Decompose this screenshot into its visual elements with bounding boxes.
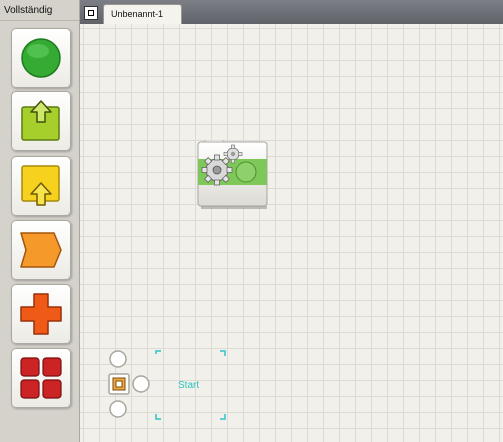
- start-label: Start: [178, 380, 200, 391]
- program-icon[interactable]: [84, 6, 98, 20]
- red-grid-icon: [20, 357, 62, 399]
- orange-cross-icon: [20, 293, 62, 335]
- divider: [0, 20, 79, 21]
- green-arrow-up-icon: [21, 100, 60, 141]
- start-connector-icon: [108, 350, 226, 420]
- palette-item-advanced[interactable]: [11, 348, 71, 408]
- palette-item-flow[interactable]: [11, 156, 71, 216]
- gear-block-icon: [197, 139, 268, 209]
- palette-item-sensor[interactable]: [11, 91, 71, 151]
- orange-chevron-icon: [20, 232, 62, 268]
- tab-unbenannt-1[interactable]: Unbenannt-1: [103, 4, 182, 24]
- tab-label: Unbenannt-1: [111, 9, 164, 19]
- green-circle-icon: [21, 38, 61, 78]
- palette-item-action[interactable]: [11, 28, 71, 88]
- palette-item-data[interactable]: [11, 220, 71, 280]
- palette-item-math[interactable]: [11, 284, 71, 344]
- start-node[interactable]: [105, 348, 235, 424]
- yellow-arrow-up-icon: [21, 165, 60, 206]
- palette-sidebar: Vollständig: [0, 0, 80, 442]
- palette-title: Vollständig: [4, 5, 53, 16]
- gear-block[interactable]: [197, 139, 269, 210]
